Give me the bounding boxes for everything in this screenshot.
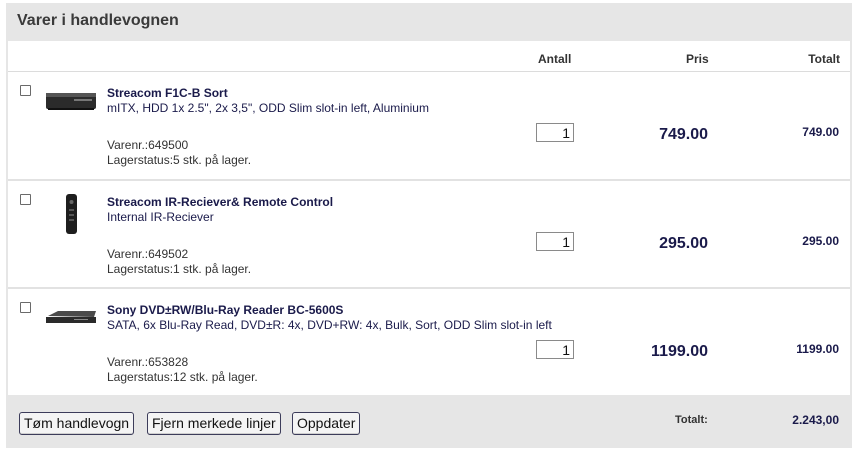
grand-total-value: 2.243,00 xyxy=(792,413,839,427)
table-row: Streacom IR-Reciever& Remote Control Int… xyxy=(8,181,850,288)
shopping-cart-panel: Varer i handlevognen Antall Pris Totalt … xyxy=(6,3,852,448)
grand-total-label: Totalt: xyxy=(675,414,708,426)
product-name[interactable]: Sony DVD±RW/Blu-Ray Reader BC-5600S xyxy=(107,303,343,317)
product-item-number: Varenr.:649500 xyxy=(107,138,189,152)
unit-price: 749.00 xyxy=(659,126,708,143)
case-thumbnail xyxy=(46,93,96,110)
column-header-totalt: Totalt xyxy=(808,52,840,66)
product-item-number: Varenr.:649502 xyxy=(107,247,189,261)
line-total: 1199.00 xyxy=(796,342,839,356)
remote-thumbnail xyxy=(66,194,77,234)
product-name[interactable]: Streacom F1C-B Sort xyxy=(107,86,228,100)
empty-cart-button[interactable]: Tøm handlevogn xyxy=(19,412,135,435)
row-select-checkbox[interactable] xyxy=(20,85,31,96)
stock-status: Lagerstatus:12 stk. på lager. xyxy=(107,370,258,384)
quantity-input[interactable] xyxy=(536,232,574,251)
drive-thumbnail xyxy=(46,311,96,323)
unit-price: 1199.00 xyxy=(651,343,708,360)
update-button[interactable]: Oppdater xyxy=(292,412,361,435)
line-total: 749.00 xyxy=(802,125,839,139)
line-total: 295.00 xyxy=(802,234,839,248)
table-row: Streacom F1C-B Sort mITX, HDD 1x 2.5", 2… xyxy=(8,72,850,179)
row-select-checkbox[interactable] xyxy=(20,302,31,313)
quantity-input[interactable] xyxy=(536,123,574,142)
product-item-number: Varenr.:653828 xyxy=(107,355,189,369)
stock-status: Lagerstatus:1 stk. på lager. xyxy=(107,262,252,276)
column-header-pris: Pris xyxy=(686,52,709,66)
quantity-input[interactable] xyxy=(536,340,574,359)
cart-title: Varer i handlevognen xyxy=(17,12,179,29)
cart-items-table: Antall Pris Totalt Streacom F1C-B Sort m… xyxy=(8,41,850,395)
product-description: mITX, HDD 1x 2.5", 2x 3,5", ODD Slim slo… xyxy=(107,101,429,115)
row-select-checkbox[interactable] xyxy=(20,194,31,205)
unit-price: 295.00 xyxy=(659,235,708,252)
stock-status: Lagerstatus:5 stk. på lager. xyxy=(107,153,252,167)
remove-selected-button[interactable]: Fjern merkede linjer xyxy=(147,412,281,435)
product-description: Internal IR-Reciever xyxy=(107,210,214,224)
column-header-antall: Antall xyxy=(538,52,572,66)
product-name[interactable]: Streacom IR-Reciever& Remote Control xyxy=(107,195,333,209)
table-row: Sony DVD±RW/Blu-Ray Reader BC-5600S SATA… xyxy=(8,289,850,395)
table-header: Antall Pris Totalt xyxy=(8,41,850,72)
product-description: SATA, 6x Blu-Ray Read, DVD±R: 4x, DVD+RW… xyxy=(107,318,552,332)
cart-footer: Tøm handlevogn Fjern merkede linjer Oppd… xyxy=(6,395,852,448)
